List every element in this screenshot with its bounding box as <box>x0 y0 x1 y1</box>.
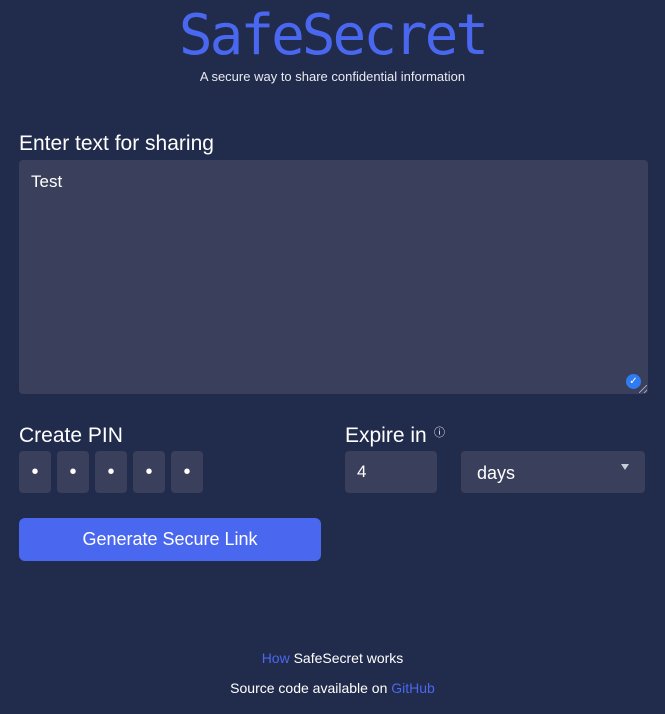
expire-unit-select[interactable]: days <box>461 451 645 493</box>
pin-digit-4[interactable]: • <box>133 451 165 493</box>
message-textarea[interactable]: Test ✓ <box>19 160 648 394</box>
chevron-down-icon <box>621 464 629 470</box>
info-icon[interactable]: ⓘ <box>434 424 445 440</box>
message-text: Test <box>31 172 63 191</box>
github-link[interactable]: GitHub <box>391 680 435 696</box>
pin-label: Create PIN <box>19 424 123 447</box>
page: SafeSecret A secure way to share confide… <box>0 0 665 714</box>
resize-grip-icon[interactable] <box>639 385 647 393</box>
source-code-line: Source code available on GitHub <box>0 680 665 696</box>
expire-label: Expire in <box>345 424 427 447</box>
pin-digit-5[interactable]: • <box>171 451 203 493</box>
logo: SafeSecret <box>178 3 489 68</box>
how-link[interactable]: How <box>262 650 290 666</box>
source-text: Source code available on <box>230 680 392 696</box>
how-it-works-line: How SafeSecret works <box>0 650 665 666</box>
generate-link-button[interactable]: Generate Secure Link <box>19 518 321 561</box>
tagline: A secure way to share confidential infor… <box>199 69 466 84</box>
pin-input-group: • • • • • <box>19 451 203 493</box>
pin-digit-1[interactable]: • <box>19 451 51 493</box>
message-label: Enter text for sharing <box>19 132 214 155</box>
expire-amount-input[interactable]: 4 <box>345 451 437 493</box>
pin-digit-2[interactable]: • <box>57 451 89 493</box>
pin-digit-3[interactable]: • <box>95 451 127 493</box>
how-text: SafeSecret works <box>289 650 404 666</box>
expire-unit-value: days <box>477 463 516 483</box>
